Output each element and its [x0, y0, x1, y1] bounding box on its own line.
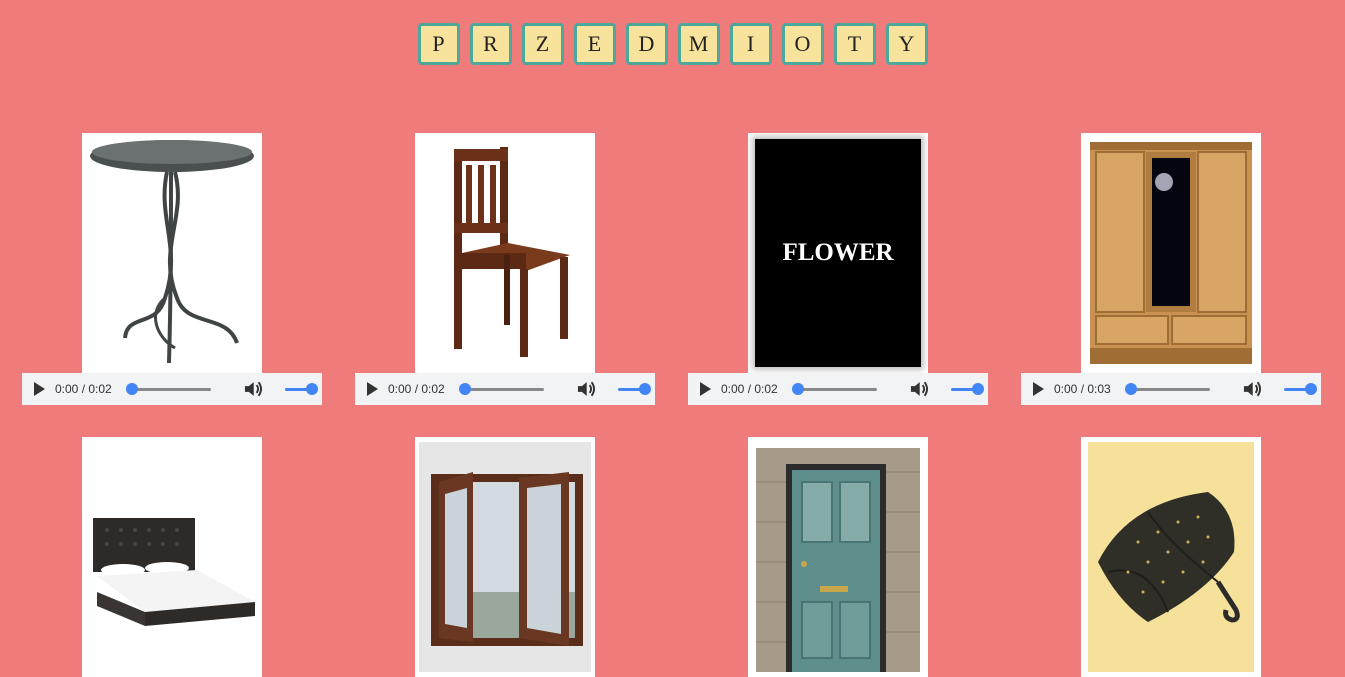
seek-slider[interactable] — [126, 382, 212, 395]
title-letter-tile: Z — [521, 23, 564, 65]
title-letter-tile: I — [729, 23, 772, 65]
chair-illustration — [454, 147, 570, 357]
audio-time: 0:00 / 0:02 — [721, 382, 778, 396]
wardrobe-illustration — [1090, 142, 1252, 364]
item-card-window — [355, 437, 655, 677]
door-illustration — [756, 448, 920, 672]
audio-time: 0:00 / 0:02 — [388, 382, 445, 396]
wardrobe-image — [1081, 133, 1261, 373]
item-card-umbrella — [1021, 437, 1321, 677]
play-icon[interactable] — [700, 382, 711, 396]
table-illustration — [90, 140, 254, 364]
title-letter-tile: E — [573, 23, 616, 65]
title-letter-tile: P — [417, 23, 460, 65]
seek-slider[interactable] — [792, 382, 878, 395]
volume-icon[interactable] — [1242, 380, 1263, 398]
title-letter-tile: R — [469, 23, 512, 65]
item-card-door — [688, 437, 988, 677]
volume-icon[interactable] — [243, 380, 264, 398]
play-icon[interactable] — [367, 382, 378, 396]
audio-player: 0:00 / 0:02 — [22, 373, 322, 405]
title-letter-tile: O — [781, 23, 824, 65]
flower-image: FLOWER — [748, 133, 928, 373]
title-letter-tile: M — [677, 23, 720, 65]
audio-player: 0:00 / 0:02 — [355, 373, 655, 405]
volume-slider[interactable] — [617, 382, 651, 395]
window-illustration — [419, 442, 591, 672]
items-grid: 0:00 / 0:02 0:00 / 0:02 FLOWER 0:00 / 0:… — [22, 133, 1321, 677]
volume-icon[interactable] — [909, 380, 930, 398]
title-letter-tile: Y — [885, 23, 928, 65]
volume-slider[interactable] — [1283, 382, 1317, 395]
volume-slider[interactable] — [284, 382, 318, 395]
bed-image — [82, 437, 262, 677]
seek-slider[interactable] — [459, 382, 545, 395]
title-letter-tile: T — [833, 23, 876, 65]
bed-illustration — [93, 518, 255, 626]
play-icon[interactable] — [34, 382, 45, 396]
umbrella-image — [1081, 437, 1261, 677]
item-card-bed — [22, 437, 322, 677]
item-card-flower: FLOWER 0:00 / 0:02 — [688, 133, 988, 405]
table-image — [82, 133, 262, 373]
audio-player: 0:00 / 0:02 — [688, 373, 988, 405]
item-card-chair: 0:00 / 0:02 — [355, 133, 655, 405]
window-image — [415, 437, 595, 677]
seek-slider[interactable] — [1125, 382, 1211, 395]
title-letter-tile: D — [625, 23, 668, 65]
volume-slider[interactable] — [950, 382, 984, 395]
audio-time: 0:00 / 0:03 — [1054, 382, 1111, 396]
item-card-wardrobe: 0:00 / 0:03 — [1021, 133, 1321, 405]
door-image — [748, 437, 928, 677]
chair-image — [415, 133, 595, 373]
play-icon[interactable] — [1033, 382, 1044, 396]
audio-time: 0:00 / 0:02 — [55, 382, 112, 396]
umbrella-illustration — [1088, 442, 1254, 672]
title-letters: P R Z E D M I O T Y — [0, 23, 1345, 65]
volume-icon[interactable] — [576, 380, 597, 398]
audio-player: 0:00 / 0:03 — [1021, 373, 1321, 405]
item-card-table: 0:00 / 0:02 — [22, 133, 322, 405]
flower-label: FLOWER — [755, 139, 921, 367]
